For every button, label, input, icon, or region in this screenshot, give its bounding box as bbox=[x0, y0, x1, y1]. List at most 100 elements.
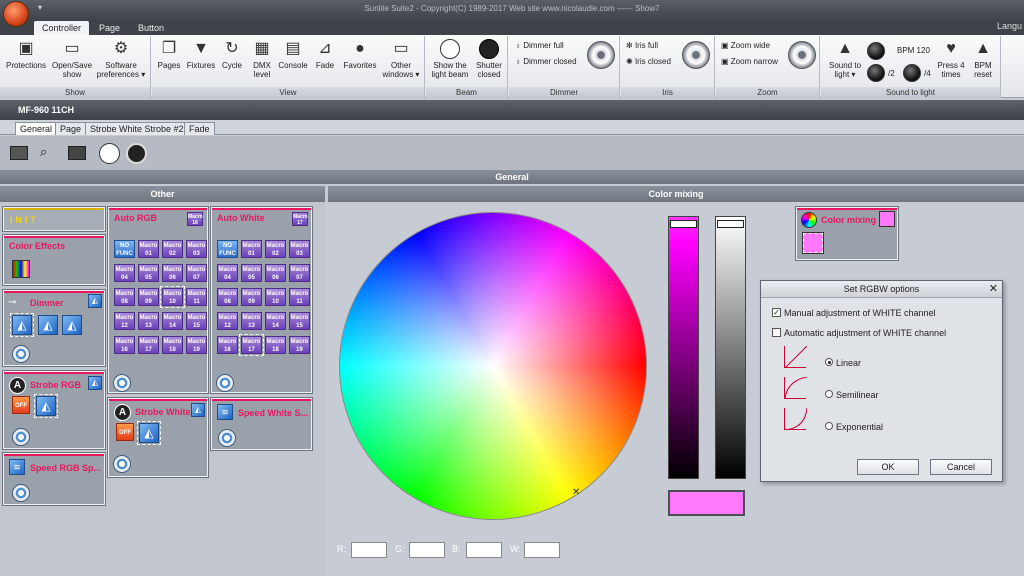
strobe-white-card[interactable]: A Strobe White ◭ OFF ◭ bbox=[107, 397, 209, 478]
macro-button[interactable]: Macro 06 bbox=[162, 264, 183, 282]
subtab-fade[interactable]: Fade bbox=[184, 122, 215, 135]
bpm-reset-button[interactable]: ▲ BPM reset bbox=[967, 39, 999, 79]
open-save-show-button[interactable]: ▭ Open/Save show bbox=[50, 39, 94, 79]
language-menu[interactable]: Langu bbox=[997, 21, 1022, 31]
ok-button[interactable]: OK bbox=[857, 459, 919, 475]
macro-button[interactable]: Macro 10 bbox=[160, 286, 185, 308]
subtab-strobe[interactable]: Strobe White Strobe #2 bbox=[85, 122, 189, 135]
view-icon[interactable] bbox=[68, 146, 86, 160]
pages-button[interactable]: ❐ Pages bbox=[154, 39, 184, 70]
macro-button[interactable]: Macro 14 bbox=[162, 312, 183, 330]
semilinear-radio[interactable] bbox=[825, 390, 833, 398]
manual-white-checkbox[interactable]: ✓ bbox=[772, 308, 781, 317]
press-4-times-button[interactable]: ♥ Press 4 times bbox=[935, 39, 967, 79]
slider-thumb[interactable] bbox=[670, 220, 697, 228]
app-orb-button[interactable] bbox=[3, 1, 29, 27]
b-input[interactable] bbox=[466, 542, 502, 558]
strobe-rgb-card[interactable]: A Strobe RGB ◭ OFF ◭ bbox=[2, 370, 106, 450]
exponential-radio[interactable] bbox=[825, 422, 833, 430]
dimmer-preset-2[interactable]: ◭ bbox=[38, 315, 58, 335]
no-func-button[interactable]: NO FUNC bbox=[114, 240, 135, 258]
zoom-narrow-button[interactable]: ▣ Zoom narrow bbox=[721, 57, 778, 66]
dimmer-preset-icon[interactable]: ◭ bbox=[88, 294, 102, 308]
subtab-page[interactable]: Page bbox=[55, 122, 87, 135]
cancel-button[interactable]: Cancel bbox=[930, 459, 992, 475]
subtab-general[interactable]: General bbox=[15, 122, 58, 135]
macro-button[interactable]: Macro 05 bbox=[138, 264, 159, 282]
macro-button[interactable]: Macro 13 bbox=[241, 312, 262, 330]
slider-thumb[interactable] bbox=[717, 220, 744, 228]
sound-to-light-button[interactable]: ▲ Sound to light ▾ bbox=[823, 39, 867, 79]
beam-on-icon[interactable] bbox=[99, 143, 120, 164]
macro-button[interactable]: Macro 11 bbox=[289, 288, 310, 306]
w-input[interactable] bbox=[524, 542, 560, 558]
shutter-closed-button[interactable]: Shutter closed bbox=[472, 39, 506, 79]
auto-rgb-dial[interactable] bbox=[113, 374, 131, 392]
bpm-tap-button[interactable] bbox=[867, 42, 885, 60]
macro-button[interactable]: Macro 06 bbox=[265, 264, 286, 282]
macro-button[interactable]: Macro 17 bbox=[239, 334, 264, 356]
macro-button[interactable]: Macro 09 bbox=[241, 288, 262, 306]
dimmer-preset-1[interactable]: ◭ bbox=[10, 313, 34, 337]
speed-rgb-card[interactable]: ≋ Speed RGB Sp... bbox=[2, 452, 106, 506]
color-mixing-card[interactable]: Color mixing bbox=[795, 206, 899, 261]
tab-controller[interactable]: Controller bbox=[34, 21, 90, 35]
macro-button[interactable]: Macro 01 bbox=[138, 240, 159, 258]
auto-white-card[interactable]: Auto White Macro 17 NO FUNC Macro 01 Macro 0… bbox=[210, 206, 313, 394]
macro-button[interactable]: Macro 10 bbox=[265, 288, 286, 306]
camera-icon[interactable] bbox=[10, 146, 28, 160]
show-light-beam-button[interactable]: Show the light beam bbox=[428, 39, 472, 79]
r-input[interactable] bbox=[351, 542, 387, 558]
color-wheel[interactable]: ✕ bbox=[339, 212, 647, 520]
tab-page[interactable]: Page bbox=[91, 21, 128, 35]
macro-button[interactable]: Macro 07 bbox=[186, 264, 207, 282]
strobe-rgb-dial[interactable] bbox=[12, 428, 30, 446]
color-preset-swatch[interactable] bbox=[802, 232, 824, 254]
dimmer-dial[interactable] bbox=[12, 345, 30, 363]
automatic-white-checkbox[interactable] bbox=[772, 328, 781, 337]
macro-button[interactable]: Macro 11 bbox=[186, 288, 207, 306]
macro-button[interactable]: Macro 08 bbox=[114, 288, 135, 306]
macro-button[interactable]: Macro 05 bbox=[241, 264, 262, 282]
g-input[interactable] bbox=[409, 542, 445, 558]
software-preferences-button[interactable]: ⚙ Software preferences ▾ bbox=[96, 39, 146, 79]
strobe-rgb-preset[interactable]: ◭ bbox=[34, 394, 58, 418]
color-intensity-slider[interactable] bbox=[668, 216, 699, 479]
dimmer-full-button[interactable]: ♁ Dimmer full bbox=[515, 41, 564, 50]
macro-button[interactable]: Macro 19 bbox=[289, 336, 310, 354]
linear-radio[interactable] bbox=[825, 358, 833, 366]
bpm-quarter-button[interactable] bbox=[903, 64, 921, 82]
macro-button[interactable]: Macro 12 bbox=[217, 312, 238, 330]
strobe-rgb-off-button[interactable]: OFF bbox=[12, 396, 30, 414]
dimmer-closed-button[interactable]: ♁ Dimmer closed bbox=[515, 57, 577, 66]
macro-button[interactable]: Macro 18 bbox=[162, 336, 183, 354]
close-icon[interactable]: ✕ bbox=[989, 282, 998, 295]
iris-full-button[interactable]: ✻ Iris full bbox=[626, 41, 658, 50]
strobe-white-dial[interactable] bbox=[113, 455, 131, 473]
search-icon[interactable]: ⌕ bbox=[40, 144, 47, 160]
no-func-button[interactable]: NO FUNC bbox=[217, 240, 238, 258]
macro-button[interactable]: Macro 09 bbox=[138, 288, 159, 306]
macro-button[interactable]: Macro 02 bbox=[265, 240, 286, 258]
macro-button[interactable]: Macro 17 bbox=[138, 336, 159, 354]
macro-button[interactable]: Macro 04 bbox=[217, 264, 238, 282]
beam-off-icon[interactable] bbox=[126, 143, 147, 164]
favorites-button[interactable]: ● Favorites bbox=[340, 39, 380, 70]
dimmer-card[interactable]: Dimmer ⊸ ◭ ◭ ◭ ◭ bbox=[2, 289, 106, 367]
macro-button[interactable]: Macro 01 bbox=[241, 240, 262, 258]
macro-button[interactable]: Macro 19 bbox=[186, 336, 207, 354]
speed-rgb-dial[interactable] bbox=[12, 484, 30, 502]
tab-button[interactable]: Button bbox=[130, 21, 172, 35]
macro-button[interactable]: Macro 07 bbox=[289, 264, 310, 282]
fade-button[interactable]: ⊿ Fade bbox=[312, 39, 338, 70]
macro-button[interactable]: Macro 04 bbox=[114, 264, 135, 282]
strobe-white-preset-icon[interactable]: ◭ bbox=[191, 403, 205, 417]
color-effects-icon[interactable] bbox=[12, 260, 30, 278]
cycle-button[interactable]: ↻ Cycle bbox=[218, 39, 246, 70]
init-card[interactable]: INIT bbox=[2, 206, 106, 232]
other-windows-button[interactable]: ▭ Other windows ▾ bbox=[380, 39, 422, 79]
macro-button[interactable]: Macro 03 bbox=[289, 240, 310, 258]
macro-button[interactable]: Macro 15 bbox=[289, 312, 310, 330]
fixtures-button[interactable]: ▼ Fixtures bbox=[184, 39, 218, 70]
dimmer-knob[interactable] bbox=[587, 41, 615, 69]
